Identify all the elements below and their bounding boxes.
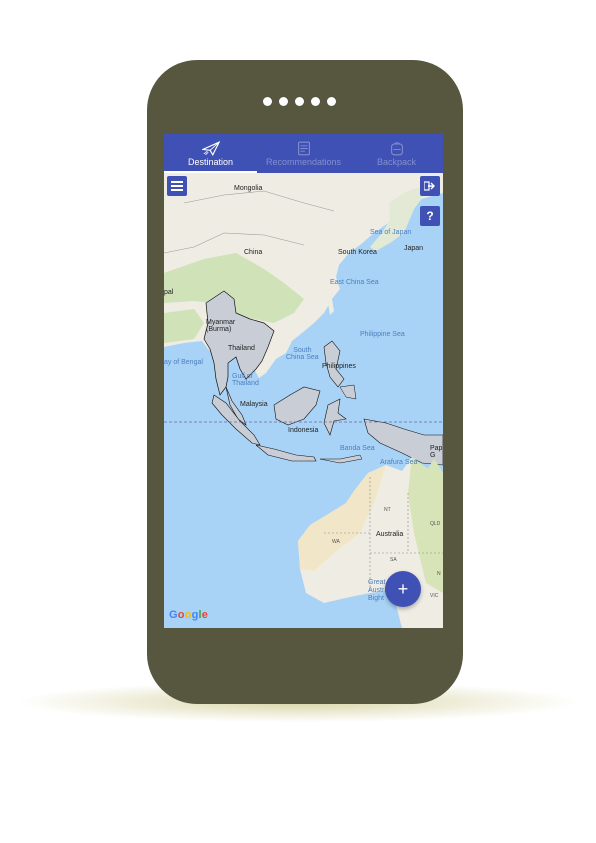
map-label-gulf-of-thailand: Gulf of Thailand — [232, 373, 259, 387]
paper-plane-icon — [201, 141, 220, 156]
map-label-japan: Japan — [404, 245, 424, 252]
tab-label: Recommendations — [265, 157, 342, 167]
map-label-wa: WA — [332, 539, 340, 545]
speaker-dot — [279, 97, 288, 106]
map-label-philippines: Philippines — [322, 363, 356, 370]
map-view[interactable]: Mongolia China South Korea Japan Myanmar… — [164, 173, 443, 628]
map-label-south-china-sea: South China Sea — [286, 347, 319, 361]
backpack-icon — [390, 142, 403, 156]
tab-destination[interactable]: Destination — [164, 134, 257, 173]
map-label-sea-of-japan: Sea of Japan — [370, 229, 412, 236]
app-screen: Destination Recommendations Backpack Mon… — [164, 134, 443, 628]
tab-bar: Destination Recommendations Backpack — [164, 134, 443, 173]
tab-recommendations[interactable]: Recommendations — [257, 134, 350, 173]
clipboard-icon — [297, 141, 310, 156]
map-label-malaysia: Malaysia — [240, 401, 268, 408]
map-label-south-korea: South Korea — [338, 249, 377, 256]
map-label-sa: SA — [390, 557, 397, 563]
map-label-bay-of-bengal: ay of Bengal — [164, 359, 203, 366]
map-canvas — [164, 173, 443, 628]
map-label-n: N — [437, 571, 441, 577]
map-label-mongolia: Mongolia — [234, 185, 263, 192]
map-label-qld: QLD — [430, 521, 441, 527]
tab-label: Destination — [187, 157, 234, 167]
speaker-dot — [263, 97, 272, 106]
map-label-vic: VIC — [430, 593, 439, 599]
map-label-nt: NT — [384, 507, 391, 513]
phone-frame: Destination Recommendations Backpack Mon… — [147, 60, 463, 704]
map-label-myanmar: Myanmar (Burma) — [206, 319, 236, 333]
logout-button[interactable] — [420, 176, 440, 196]
add-destination-button[interactable]: + — [385, 571, 421, 607]
menu-button[interactable] — [167, 176, 187, 196]
speaker-dot — [295, 97, 304, 106]
map-label-banda-sea: Banda Sea — [340, 445, 375, 452]
map-label-china: China — [244, 249, 263, 256]
tab-label: Backpack — [376, 157, 417, 167]
tab-backpack[interactable]: Backpack — [350, 134, 443, 173]
google-logo: Google — [169, 609, 209, 621]
map-label-east-china-sea: East China Sea — [330, 279, 379, 286]
menu-icon — [171, 181, 183, 191]
map-label-philippine-sea: Philippine Sea — [360, 331, 405, 338]
map-label-edge: pal — [164, 289, 174, 296]
help-button[interactable]: ? — [420, 206, 440, 226]
speaker-dot — [311, 97, 320, 106]
map-label-australia: Australia — [376, 531, 404, 538]
speaker-dots — [263, 97, 336, 106]
map-label-arafura-sea: Arafura Sea — [380, 459, 418, 466]
map-label-thailand: Thailand — [228, 345, 255, 352]
map-label-indonesia: Indonesia — [288, 427, 319, 434]
speaker-dot — [327, 97, 336, 106]
map-label-papua: Pap G — [430, 445, 443, 459]
logout-icon — [424, 181, 435, 191]
